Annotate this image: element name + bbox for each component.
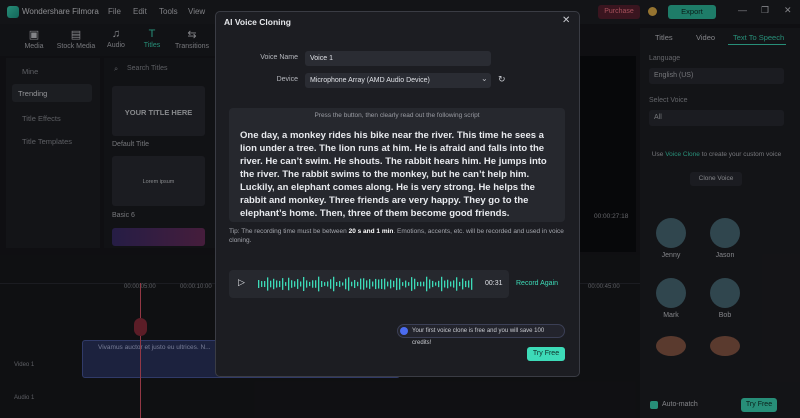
waveform-bar <box>375 278 377 290</box>
waveform-bar <box>363 278 365 290</box>
waveform-bar <box>453 280 455 288</box>
waveform-bar <box>408 282 410 286</box>
waveform-bar <box>369 279 371 289</box>
script-text: One day, a monkey rides his bike near th… <box>240 130 547 219</box>
waveform-bar <box>345 278 347 290</box>
voice-name-input[interactable]: Voice 1 <box>305 51 491 66</box>
free-clone-notice: Your first voice clone is free and you w… <box>397 324 565 346</box>
waveform-bar <box>420 281 422 287</box>
waveform-bar <box>339 281 341 287</box>
waveform-bar <box>459 281 461 287</box>
waveform-bar <box>384 278 386 290</box>
waveform-bar <box>330 279 332 289</box>
waveform-bar <box>450 281 452 287</box>
waveform-bar <box>288 277 290 291</box>
waveform-bar <box>294 281 296 287</box>
waveform-bar <box>411 277 413 291</box>
waveform-bar <box>321 281 323 287</box>
waveform-bar <box>405 280 407 288</box>
waveform-bar <box>270 280 272 288</box>
waveform-bar <box>447 279 449 289</box>
waveform-bar <box>300 281 302 287</box>
chevron-down-icon: ⌄ <box>481 74 488 83</box>
waveform-bar <box>456 277 458 291</box>
waveform-bar <box>312 280 314 288</box>
waveform-bar <box>348 277 350 291</box>
waveform-bar <box>438 280 440 288</box>
waveform-bar <box>264 281 266 287</box>
waveform-bar <box>318 276 320 292</box>
waveform-bar <box>279 280 281 288</box>
waveform-bar <box>324 282 326 286</box>
waveform-bar <box>396 277 398 291</box>
waveform-bar <box>399 278 401 290</box>
voice-name-label: Voice Name <box>260 54 298 61</box>
waveform-bar <box>267 277 269 291</box>
waveform-bar <box>360 278 362 290</box>
waveform-bar <box>261 281 263 287</box>
waveform-bar <box>381 279 383 289</box>
waveform-bar <box>468 280 470 288</box>
script-hint: Press the button, then clearly read out … <box>314 112 480 119</box>
play-icon[interactable]: ▷ <box>238 277 245 288</box>
waveform-bar <box>309 281 311 287</box>
waveform-bar <box>291 280 293 288</box>
waveform-bar <box>426 276 428 292</box>
waveform-bar <box>393 280 395 288</box>
device-select[interactable]: Microphone Array (AMD Audio Device) <box>305 73 491 88</box>
waveform-bar <box>465 280 467 288</box>
waveform-bar <box>357 281 359 287</box>
waveform-bar <box>303 276 305 292</box>
waveform-bar <box>354 279 356 289</box>
waveform-bar <box>417 282 419 286</box>
waveform-bar <box>297 279 299 289</box>
try-free-button[interactable]: Try Free <box>527 347 565 361</box>
waveform <box>258 276 473 292</box>
waveform-bar <box>432 280 434 288</box>
recording-tip: Tip: The recording time must be between … <box>229 228 564 244</box>
record-again-button[interactable]: Record Again <box>516 280 558 287</box>
waveform-bar <box>285 282 287 286</box>
waveform-bar <box>462 278 464 290</box>
waveform-bar <box>402 282 404 286</box>
waveform-bar <box>258 280 260 288</box>
waveform-bar <box>372 281 374 287</box>
waveform-bar <box>333 276 335 292</box>
waveform-bar <box>327 281 329 287</box>
info-icon <box>400 327 408 335</box>
dialog-title: AI Voice Cloning <box>224 17 291 27</box>
recording-time: 00:31 <box>485 280 503 287</box>
waveform-bar <box>315 280 317 288</box>
waveform-bar <box>435 282 437 286</box>
waveform-bar <box>414 278 416 290</box>
waveform-bar <box>276 280 278 288</box>
waveform-bar <box>429 279 431 289</box>
waveform-bar <box>444 280 446 288</box>
waveform-bar <box>387 281 389 287</box>
waveform-bar <box>342 282 344 286</box>
waveform-bar <box>273 278 275 290</box>
device-label: Device <box>276 76 298 83</box>
waveform-bar <box>351 281 353 287</box>
waveform-bar <box>306 280 308 288</box>
close-icon[interactable]: ✕ <box>562 15 570 26</box>
waveform-bar <box>378 279 380 289</box>
refresh-icon[interactable]: ↻ <box>498 74 506 85</box>
waveform-bar <box>441 276 443 292</box>
waveform-bar <box>471 278 473 290</box>
waveform-bar <box>390 279 392 289</box>
waveform-bar <box>282 278 284 290</box>
waveform-bar <box>336 282 338 286</box>
waveform-bar <box>423 281 425 287</box>
waveform-bar <box>366 280 368 288</box>
